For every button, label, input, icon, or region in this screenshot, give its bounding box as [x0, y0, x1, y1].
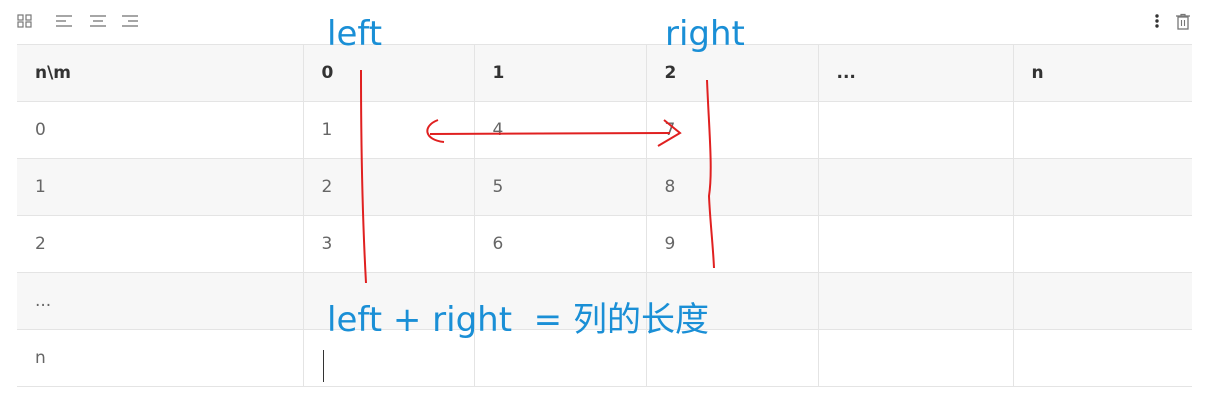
header-cell[interactable]: n\m [17, 44, 304, 102]
header-cell[interactable]: ... [817, 44, 1014, 102]
right-annotation-label: right [665, 14, 745, 54]
table-cell[interactable]: 2 [17, 215, 304, 273]
align-center-icon[interactable] [89, 13, 107, 34]
table-row: 2 3 6 9 [17, 215, 1192, 273]
table-cell[interactable]: 8 [645, 158, 819, 216]
left-annotation-label: left [327, 14, 383, 54]
table-header-row: n\m 0 1 2 ... n [17, 44, 1192, 102]
table-cell[interactable] [1012, 101, 1192, 159]
table-cell[interactable] [1012, 215, 1192, 273]
table-cell[interactable]: 3 [302, 215, 475, 273]
table-cell[interactable]: 1 [17, 158, 304, 216]
formula-annotation-label: left + right = 列的长度 [327, 300, 709, 340]
table-cell[interactable]: 9 [645, 215, 819, 273]
table-cell[interactable] [817, 101, 1014, 159]
table-cell[interactable]: 4 [473, 101, 647, 159]
text-cursor [323, 350, 324, 382]
table-cell[interactable] [817, 329, 1014, 387]
table-cell[interactable]: 0 [17, 101, 304, 159]
grid-icon[interactable] [17, 13, 33, 34]
table-toolbar [0, 0, 1217, 44]
table-cell[interactable]: 7 [645, 101, 819, 159]
align-right-icon[interactable] [121, 13, 139, 34]
more-vertical-icon[interactable] [1152, 13, 1162, 34]
table-cell[interactable]: 5 [473, 158, 647, 216]
table-cell[interactable] [1012, 329, 1192, 387]
table-cell[interactable] [817, 158, 1014, 216]
trash-icon[interactable] [1175, 13, 1191, 36]
table-cell[interactable] [1012, 158, 1192, 216]
table-cell[interactable]: 1 [302, 101, 475, 159]
header-cell[interactable]: n [1012, 44, 1192, 102]
table-cell[interactable] [817, 215, 1014, 273]
align-left-icon[interactable] [55, 13, 73, 34]
header-cell[interactable]: 1 [473, 44, 647, 102]
table-cell[interactable]: ... [17, 272, 304, 330]
table-cell[interactable] [817, 272, 1014, 330]
data-table-container: n\m 0 1 2 ... n 0 1 4 7 1 2 5 8 2 3 6 9 … [17, 44, 1192, 396]
table-cell[interactable]: 2 [302, 158, 475, 216]
table-row: 0 1 4 7 [17, 101, 1192, 159]
table-cell[interactable]: 6 [473, 215, 647, 273]
table-cell[interactable] [1012, 272, 1192, 330]
table-row: 1 2 5 8 [17, 158, 1192, 216]
table-cell[interactable]: n [17, 329, 304, 387]
